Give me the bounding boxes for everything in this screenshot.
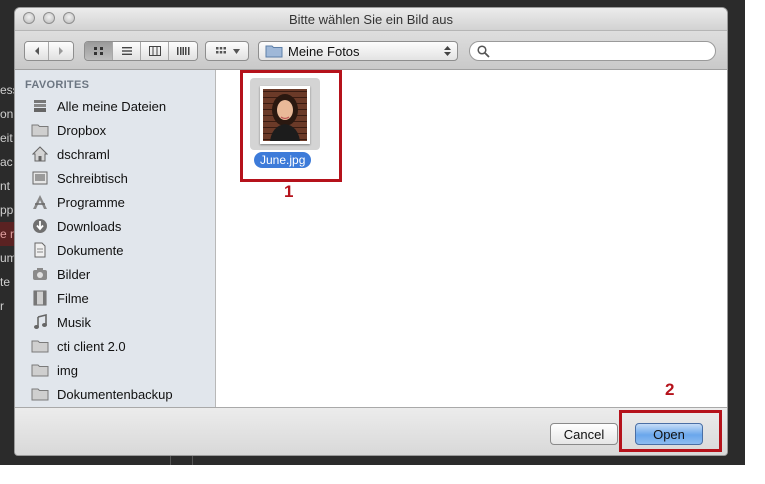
sidebar-item-dropbox[interactable]: Dropbox [31, 118, 213, 142]
sidebar-item-documents[interactable]: Dokumente [31, 238, 213, 262]
arrange-grid-icon [215, 47, 226, 54]
arrange-button[interactable] [205, 41, 249, 61]
icon-view-button[interactable] [85, 42, 113, 60]
back-forward-control [24, 41, 74, 61]
folder-icon [31, 122, 49, 138]
annotation-number-2: 2 [665, 380, 675, 399]
sidebar-item-cti-client[interactable]: cti client 2.0 [31, 334, 213, 358]
sidebar-item-pictures[interactable]: Bilder [31, 262, 213, 286]
background-fragment: ess [0, 83, 16, 97]
search-icon [477, 45, 490, 58]
sidebar-item-label: Alle meine Dateien [57, 98, 167, 114]
sidebar-item-label: cti client 2.0 [57, 338, 126, 354]
sidebar-item-movies[interactable]: Filme [31, 286, 213, 310]
folder-icon [31, 362, 49, 378]
window-title: Bitte wählen Sie ein Bild aus [288, 12, 454, 27]
sidebar-item-label: Bilder [57, 266, 91, 282]
chevron-right-icon [59, 47, 63, 55]
sidebar: FAVORITES Alle meine Dateien Dropbox dsc… [15, 70, 216, 407]
sidebar-item-documentbackup[interactable]: Dokumentenbackup [31, 382, 213, 406]
desktop-icon [31, 170, 49, 186]
background-divider [192, 455, 193, 465]
location-label: Meine Fotos [288, 43, 360, 59]
background-fragment: ac [0, 155, 13, 169]
columns-icon [148, 46, 161, 56]
background-app-sidebar: ess on eit ac nt pp e r um te r [0, 78, 16, 318]
sidebar-item-label: Filme [57, 290, 89, 306]
sidebar-item-label: Dokumentenbackup [57, 386, 173, 402]
icon-grid-icon [93, 47, 103, 55]
folder-icon [265, 45, 283, 58]
sidebar-item-applications[interactable]: Programme [31, 190, 213, 214]
music-icon [31, 314, 49, 330]
sidebar-item-label: Schreibtisch [57, 170, 128, 186]
home-icon [31, 146, 49, 162]
downloads-icon [31, 218, 49, 234]
background-fragment: um [0, 251, 16, 265]
updown-arrows-icon [444, 46, 451, 56]
background-fragment: e r [0, 222, 16, 246]
toolbar: Meine Fotos [15, 31, 727, 70]
column-view-button[interactable] [141, 42, 169, 60]
background-fragment: eit [0, 131, 13, 145]
background-fragment: r [0, 299, 4, 313]
annotation-box-file [240, 70, 342, 182]
annotation-number-1: 1 [284, 182, 294, 201]
sidebar-item-label: dschraml [57, 146, 110, 162]
documents-icon [31, 242, 49, 258]
film-icon [31, 290, 49, 306]
sidebar-item-label: Downloads [57, 218, 122, 234]
sidebar-item-home[interactable]: dschraml [31, 142, 213, 166]
sidebar-item-desktop[interactable]: Schreibtisch [31, 166, 213, 190]
cancel-button[interactable]: Cancel [550, 423, 618, 445]
background-fragment: on [0, 107, 14, 121]
background-fragment: nt [0, 179, 11, 193]
forward-button[interactable] [49, 42, 73, 60]
sidebar-item-music[interactable]: Musik [31, 310, 213, 334]
camera-icon [31, 266, 49, 282]
sidebar-item-label: img [57, 362, 78, 378]
background-fragment: te [0, 275, 11, 289]
applications-icon [31, 194, 49, 210]
chevron-left-icon [34, 47, 39, 55]
sidebar-item-label: Dropbox [57, 122, 107, 138]
view-mode-control [84, 41, 198, 61]
sidebar-item-label: Programme [57, 194, 125, 210]
sidebar-item-label: Musik [57, 314, 91, 330]
folder-icon [31, 338, 49, 354]
sidebar-item-all-files[interactable]: Alle meine Dateien [31, 94, 213, 118]
background-fragment: pp [0, 203, 14, 217]
chevron-down-icon [232, 48, 240, 54]
open-file-dialog: Bitte wählen Sie ein Bild aus Meine Foto… [15, 8, 727, 455]
sidebar-item-label: Dokumente [57, 242, 124, 258]
folder-icon [31, 386, 49, 402]
title-bar: Bitte wählen Sie ein Bild aus [15, 8, 727, 31]
sidebar-item-img[interactable]: img [31, 358, 213, 382]
annotation-box-open [619, 410, 722, 452]
sidebar-heading: FAVORITES [25, 79, 90, 91]
all-files-icon [31, 98, 49, 114]
location-popup[interactable]: Meine Fotos [258, 41, 458, 61]
coverflow-view-button[interactable] [169, 42, 197, 60]
list-icon [121, 47, 132, 55]
coverflow-icon [177, 47, 190, 55]
sidebar-item-downloads[interactable]: Downloads [31, 214, 213, 238]
search-field[interactable] [469, 41, 716, 61]
background-divider [170, 455, 171, 465]
list-view-button[interactable] [113, 42, 141, 60]
back-button[interactable] [25, 42, 49, 60]
